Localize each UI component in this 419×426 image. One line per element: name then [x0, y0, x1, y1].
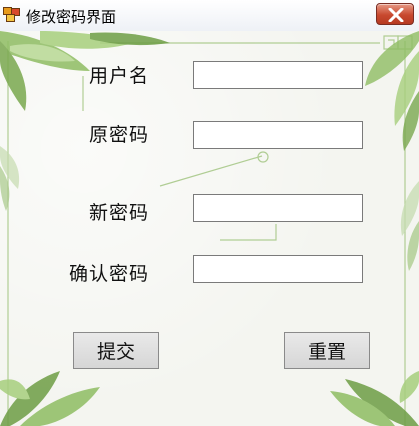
change-password-window: 修改密码界面 用户名 原密码 新密码 确认密码 提交 重置: [0, 0, 419, 426]
username-label: 用户名: [89, 65, 150, 87]
reset-button[interactable]: 重置: [284, 332, 370, 369]
window-title: 修改密码界面: [26, 8, 117, 26]
new-password-label: 新密码: [89, 202, 150, 224]
close-x-icon: [388, 8, 404, 22]
close-button[interactable]: [376, 3, 414, 25]
confirm-password-label: 确认密码: [69, 263, 150, 285]
username-input[interactable]: [193, 61, 363, 89]
new-password-input[interactable]: [193, 194, 363, 222]
form-icon: [3, 7, 20, 22]
title-bar[interactable]: 修改密码界面: [0, 0, 419, 32]
old-password-input[interactable]: [193, 121, 363, 149]
form-area: 用户名 原密码 新密码 确认密码 提交 重置: [0, 31, 419, 426]
old-password-label: 原密码: [89, 124, 150, 146]
confirm-password-input[interactable]: [193, 255, 363, 283]
submit-button[interactable]: 提交: [73, 332, 159, 369]
